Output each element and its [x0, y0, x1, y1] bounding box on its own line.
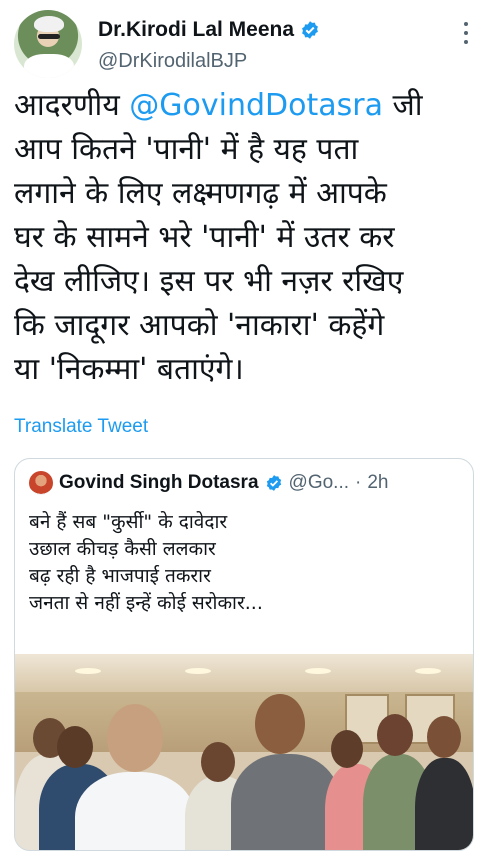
quote-author-name: Govind Singh Dotasra	[59, 472, 259, 493]
tweet-header: Dr.Kirodi Lal Meena @DrKirodilalBJP	[14, 10, 474, 80]
quote-line-1: बने हैं सब "कुर्सी" के दावेदार	[29, 511, 228, 533]
tweet-line-2: आप कितने 'पानी' में है यह पता	[14, 132, 359, 167]
quote-author-handle: @Go...	[288, 472, 350, 493]
quote-line-4: जनता से नहीं इन्हें कोई सरोकार...	[29, 592, 263, 614]
quote-text: बने हैं सब "कुर्सी" के दावेदार उछाल कीचड…	[29, 509, 459, 617]
tweet-line-3: लगाने के लिए लक्ष्मणगढ़ में आपके	[14, 176, 387, 211]
quote-tweet-card[interactable]: Govind Singh Dotasra @Go... · 2h बने हैं…	[14, 458, 474, 851]
tweet-line-5: देख लीजिए। इस पर भी नज़र रखिए	[14, 264, 404, 299]
quote-header: Govind Singh Dotasra @Go... · 2h	[29, 471, 388, 495]
quote-timestamp: 2h	[367, 472, 389, 493]
author-handle[interactable]: @DrKirodilalBJP	[98, 50, 247, 73]
quote-line-3: बढ़ रही है भाजपाई तकरार	[29, 565, 211, 587]
more-options-icon[interactable]	[460, 22, 472, 44]
quote-media-image[interactable]	[15, 654, 473, 850]
tweet-line-7: या 'निकम्मा' बताएंगे।	[14, 352, 244, 387]
tweet-line-4: घर के सामने भरे 'पानी' में उतर कर	[14, 220, 395, 255]
tweet-line-6: कि जादूगर आपको 'नाकारा' कहेंगे	[14, 308, 385, 343]
tweet-line-1: आदरणीय @GovindDotasra जी	[14, 88, 423, 123]
quote-line-2: उछाल कीचड़ कैसी ललकार	[29, 538, 216, 560]
translate-tweet-link[interactable]: Translate Tweet	[14, 416, 148, 438]
author-avatar[interactable]	[14, 10, 82, 78]
mention-link[interactable]: @GovindDotasra	[129, 88, 383, 123]
quote-author-avatar	[29, 471, 53, 495]
quote-separator: ·	[355, 472, 362, 493]
verified-badge-icon	[302, 21, 318, 39]
quote-verified-badge-icon	[266, 475, 281, 491]
author-name-row: Dr.Kirodi Lal Meena	[98, 18, 320, 42]
tweet-text: आदरणीय @GovindDotasra जी आप कितने 'पानी'…	[14, 84, 476, 392]
author-display-name[interactable]: Dr.Kirodi Lal Meena	[98, 18, 294, 42]
